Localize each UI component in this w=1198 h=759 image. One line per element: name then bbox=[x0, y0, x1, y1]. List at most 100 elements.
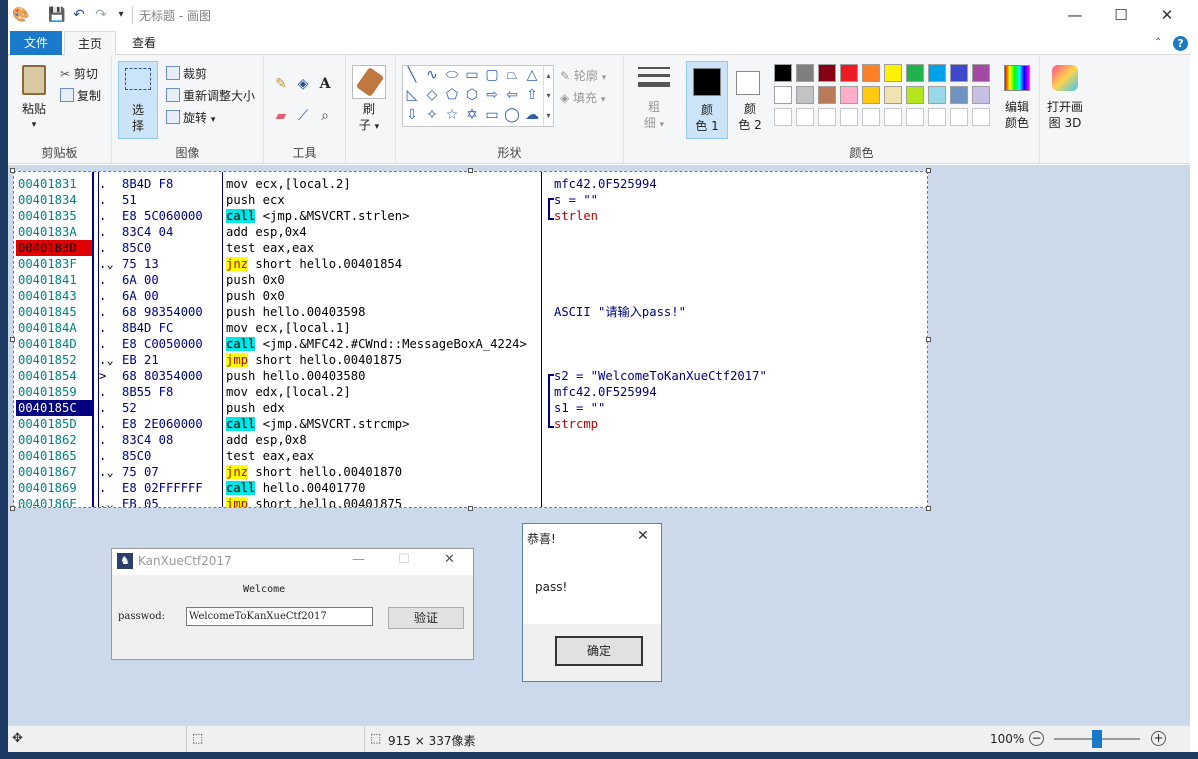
palette-color-swatch[interactable] bbox=[774, 86, 792, 104]
magnifier-icon[interactable]: ⌕ bbox=[316, 107, 334, 125]
pencil-icon[interactable]: ✎ bbox=[272, 75, 290, 93]
palette-color-swatch[interactable] bbox=[884, 64, 902, 82]
palette-custom-swatch[interactable] bbox=[796, 108, 814, 126]
palette-color-swatch[interactable] bbox=[796, 86, 814, 104]
select-button[interactable]: 选 择 bbox=[118, 61, 158, 139]
fill-button[interactable]: ◈ 填充 ▾ bbox=[560, 89, 605, 106]
kanxue-maximize-button[interactable]: ☐ bbox=[398, 552, 410, 567]
palette-custom-swatch[interactable] bbox=[906, 108, 924, 126]
size-button[interactable]: 粗 细 ▾ bbox=[624, 55, 684, 164]
resize-handle-mr[interactable] bbox=[926, 337, 931, 342]
palette-color-swatch[interactable] bbox=[950, 86, 968, 104]
color2-button[interactable]: 颜 色 2 bbox=[730, 61, 770, 139]
callout-oval-shape-icon[interactable]: ◯ bbox=[503, 106, 521, 124]
copy-button[interactable]: 复制 bbox=[60, 87, 101, 104]
palette-color-swatch[interactable] bbox=[862, 86, 880, 104]
palette-color-swatch[interactable] bbox=[950, 64, 968, 82]
outline-button[interactable]: ✎ 轮廓 ▾ bbox=[560, 67, 606, 84]
resize-handle-tr[interactable] bbox=[926, 168, 931, 173]
palette-custom-swatch[interactable] bbox=[774, 108, 792, 126]
palette-color-swatch[interactable] bbox=[774, 64, 792, 82]
fill-bucket-icon[interactable]: ◈ bbox=[294, 75, 312, 93]
kanxue-passwod-input[interactable]: WelcomeToKanXueCtf2017 bbox=[186, 607, 373, 626]
palette-color-swatch[interactable] bbox=[840, 64, 858, 82]
resize-handle-bm[interactable] bbox=[468, 506, 473, 511]
maximize-button[interactable]: ☐ bbox=[1098, 0, 1144, 31]
resize-handle-ml[interactable] bbox=[10, 337, 15, 342]
star5-shape-icon[interactable]: ☆ bbox=[443, 106, 461, 124]
image-canvas[interactable]: 00401831. 8B4D F8 mov ecx,[local.2] mfc42.0… bbox=[13, 171, 928, 508]
palette-color-swatch[interactable] bbox=[796, 64, 814, 82]
palette-custom-swatch[interactable] bbox=[840, 108, 858, 126]
tab-view[interactable]: 查看 bbox=[118, 31, 170, 55]
paste-button[interactable]: 粘贴 ▾ bbox=[14, 63, 54, 133]
pentagon-shape-icon[interactable]: ⬠ bbox=[443, 86, 461, 104]
palette-color-swatch[interactable] bbox=[928, 64, 946, 82]
help-icon[interactable]: ? bbox=[1173, 36, 1188, 51]
resize-handle-tm[interactable] bbox=[468, 168, 473, 173]
resize-handle-br[interactable] bbox=[926, 506, 931, 511]
palette-color-swatch[interactable] bbox=[906, 64, 924, 82]
arrow-right-shape-icon[interactable]: ⇨ bbox=[483, 86, 501, 104]
minimize-button[interactable]: — bbox=[1052, 0, 1098, 31]
color1-button[interactable]: 颜 色 1 bbox=[686, 61, 728, 139]
rotate-button[interactable]: 旋转 ▾ bbox=[166, 109, 215, 126]
text-tool-icon[interactable]: A bbox=[316, 75, 334, 93]
right-triangle-shape-icon[interactable]: ◺ bbox=[403, 86, 421, 104]
kanxue-close-button[interactable]: ✕ bbox=[444, 552, 455, 567]
message-box-close-button[interactable]: ✕ bbox=[637, 528, 649, 544]
palette-custom-swatch[interactable] bbox=[862, 108, 880, 126]
oval-shape-icon[interactable]: ⬭ bbox=[443, 66, 461, 84]
message-box-ok-button[interactable]: 确定 bbox=[555, 636, 643, 666]
edit-colors-button[interactable]: 编辑 颜色 bbox=[996, 65, 1036, 135]
arrow-left-shape-icon[interactable]: ⇦ bbox=[503, 86, 521, 104]
canvas-area[interactable]: 00401831. 8B4D F8 mov ecx,[local.2] mfc42.0… bbox=[8, 165, 1190, 725]
palette-custom-swatch[interactable] bbox=[818, 108, 836, 126]
resize-handle-tl[interactable] bbox=[10, 168, 15, 173]
palette-color-swatch[interactable] bbox=[906, 86, 924, 104]
save-icon[interactable]: 💾 bbox=[48, 6, 66, 24]
cut-button[interactable]: ✂ 剪切 bbox=[60, 65, 98, 82]
resize-button[interactable]: 重新调整大小 bbox=[166, 87, 255, 104]
undo-icon[interactable]: ↶ bbox=[70, 6, 88, 24]
resize-handle-bl[interactable] bbox=[10, 506, 15, 511]
hexagon-shape-icon[interactable]: ⬡ bbox=[463, 86, 481, 104]
arrow-down-shape-icon[interactable]: ⇩ bbox=[403, 106, 421, 124]
palette-custom-swatch[interactable] bbox=[972, 108, 990, 126]
shapes-scroll[interactable]: ▴ ▾ ▾ bbox=[543, 66, 553, 126]
curve-shape-icon[interactable]: ∿ bbox=[423, 66, 441, 84]
quick-access-dropdown-icon[interactable]: ▾ bbox=[112, 6, 130, 24]
tab-file[interactable]: 文件 bbox=[10, 31, 62, 55]
brush-icon[interactable] bbox=[352, 65, 386, 99]
close-button[interactable]: ✕ bbox=[1144, 0, 1190, 31]
redo-icon[interactable]: ↷ bbox=[92, 6, 110, 24]
tab-home[interactable]: 主页 bbox=[64, 31, 116, 56]
palette-custom-swatch[interactable] bbox=[950, 108, 968, 126]
palette-color-swatch[interactable] bbox=[972, 64, 990, 82]
rectangle-shape-icon[interactable]: ▭ bbox=[463, 66, 481, 84]
triangle-shape-icon[interactable]: △ bbox=[523, 66, 541, 84]
kanxue-minimize-button[interactable]: — bbox=[352, 552, 365, 567]
diamond-shape-icon[interactable]: ◇ bbox=[423, 86, 441, 104]
arrow-up-shape-icon[interactable]: ⇧ bbox=[523, 86, 541, 104]
eraser-icon[interactable]: ▰ bbox=[272, 107, 290, 125]
palette-custom-swatch[interactable] bbox=[928, 108, 946, 126]
star4-shape-icon[interactable]: ✧ bbox=[423, 106, 441, 124]
crop-button[interactable]: 裁剪 bbox=[166, 65, 207, 82]
zoom-slider-thumb[interactable] bbox=[1092, 730, 1102, 748]
palette-color-swatch[interactable] bbox=[928, 86, 946, 104]
polygon-shape-icon[interactable]: ⏢ bbox=[503, 66, 521, 84]
collapse-ribbon-icon[interactable]: ⌃ bbox=[1154, 37, 1162, 48]
palette-color-swatch[interactable] bbox=[840, 86, 858, 104]
line-shape-icon[interactable]: ╲ bbox=[403, 66, 421, 84]
callout-cloud-shape-icon[interactable]: ☁ bbox=[523, 106, 541, 124]
zoom-out-button[interactable]: − bbox=[1029, 731, 1044, 746]
rounded-rect-shape-icon[interactable]: ▢ bbox=[483, 66, 501, 84]
star6-shape-icon[interactable]: ✡ bbox=[463, 106, 481, 124]
kanxue-verify-button[interactable]: 验证 bbox=[388, 607, 464, 629]
palette-color-swatch[interactable] bbox=[884, 86, 902, 104]
palette-color-swatch[interactable] bbox=[818, 64, 836, 82]
palette-color-swatch[interactable] bbox=[862, 64, 880, 82]
color-picker-icon[interactable]: ⟋ bbox=[294, 107, 312, 125]
callout-rect-shape-icon[interactable]: ▭ bbox=[483, 106, 501, 124]
